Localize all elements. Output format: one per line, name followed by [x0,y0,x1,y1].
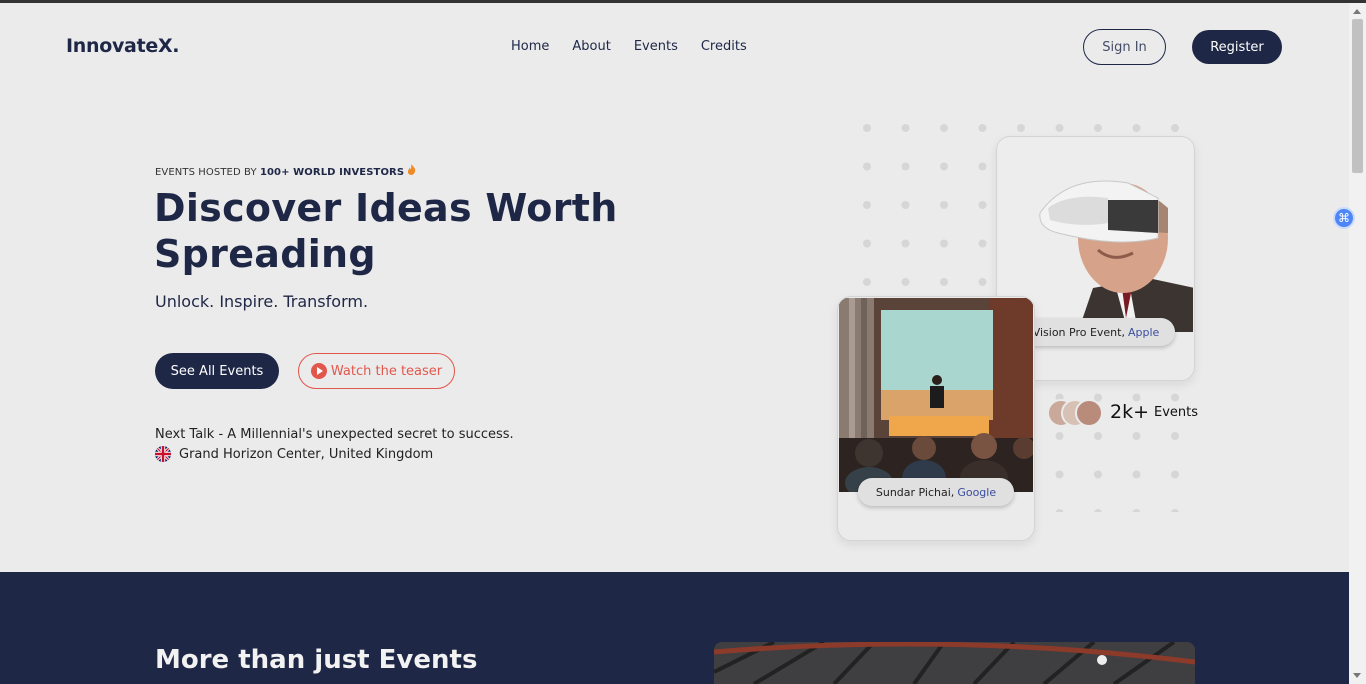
see-all-events-button[interactable]: See All Events [155,353,279,389]
nav-about[interactable]: About [572,39,610,54]
hero-tagline: Unlock. Inspire. Transform. [155,292,369,311]
google-link[interactable]: Google [957,486,996,499]
scroll-up-arrow-icon[interactable] [1353,9,1361,14]
main-nav: Home About Events Credits [511,39,770,54]
avatar [1075,399,1103,427]
events-count-label: Events [1154,405,1199,420]
extension-icon[interactable]: ⌘ [1333,207,1355,229]
scrollbar-thumb[interactable] [1352,19,1363,173]
sundar-pichai-caption: Sundar Pichai, Google [858,478,1014,506]
browser-top-border [0,0,1366,3]
venue-photo [714,642,1195,684]
eyebrow-prefix: EVENTS HOSTED BY [155,167,260,178]
sign-in-button[interactable]: Sign In [1083,29,1166,65]
hero-headline: Discover Ideas Worth Spreading [154,186,618,276]
vision-pro-event-name: Vision Pro Event, [1032,325,1125,339]
page-scrollbar[interactable] [1349,3,1366,684]
location-label: Grand Horizon Center, United Kingdom [179,446,434,462]
speaker-stage-photo [839,298,1033,492]
attendee-avatars [1047,399,1105,427]
apple-link[interactable]: Apple [1128,326,1159,339]
events-count: 2k+ [1110,401,1150,423]
nav-home[interactable]: Home [511,39,549,54]
nav-credits[interactable]: Credits [701,39,747,54]
vision-pro-caption: Vision Pro Event, Apple [1017,318,1175,346]
next-talk-location: Grand Horizon Center, United Kingdom [155,446,433,462]
eyebrow-highlight: 100+ WORLD INVESTORS [259,167,405,178]
register-button[interactable]: Register [1192,30,1282,64]
watch-teaser-label: Watch the teaser [330,363,443,379]
scroll-down-arrow-icon[interactable] [1353,673,1361,678]
hero-eyebrow: EVENTS HOSTED BY 100+ WORLD INVESTORS [155,164,416,178]
uk-flag-icon [155,446,171,462]
section-title: More than just Events [155,645,478,675]
sundar-pichai-name: Sundar Pichai, [875,485,955,499]
brand-logo[interactable]: InnovateX. [66,35,180,57]
nav-events[interactable]: Events [634,39,678,54]
flame-icon [407,164,416,178]
play-icon [310,363,327,379]
next-talk-text: Next Talk - A Millennial's unexpected se… [155,427,514,442]
watch-teaser-button[interactable]: Watch the teaser [298,353,455,389]
